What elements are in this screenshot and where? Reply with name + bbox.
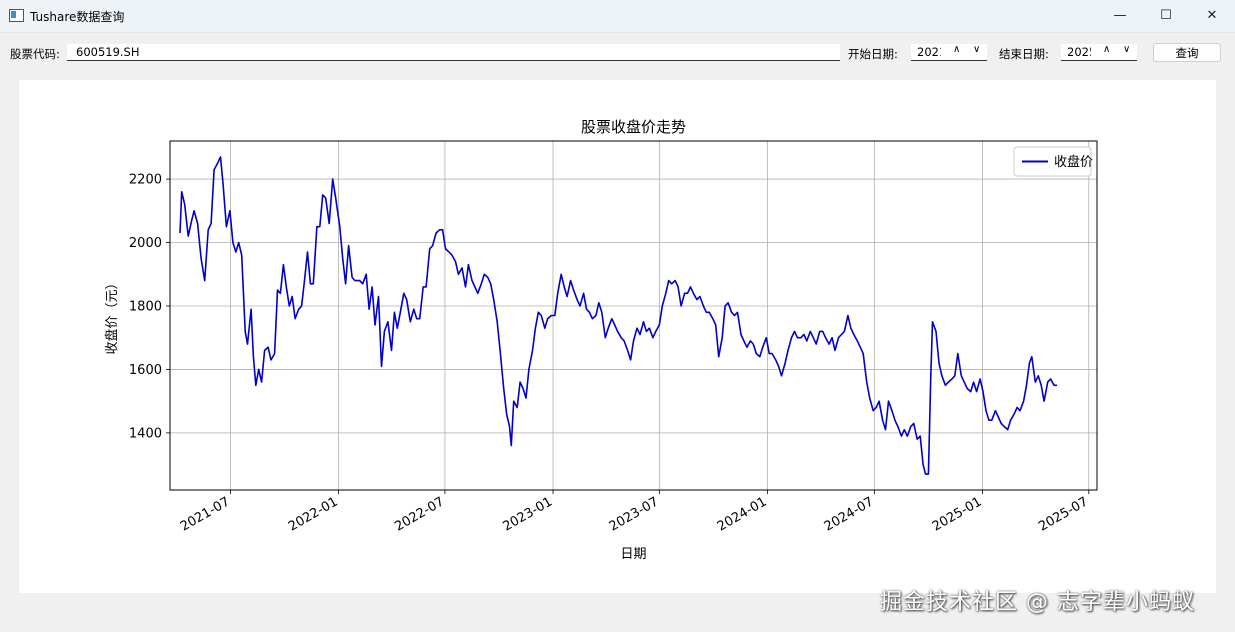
start-date-down-icon[interactable]: ∨ <box>973 44 980 55</box>
title-bar: Tushare数据查询 — ☐ ✕ <box>0 0 1235 33</box>
x-tick-label: 2022-01 <box>286 494 341 534</box>
y-tick-label: 1800 <box>129 299 162 314</box>
y-tick-label: 2000 <box>129 236 162 251</box>
maximize-button[interactable]: ☐ <box>1143 0 1189 30</box>
x-tick-label: 2022-07 <box>392 494 447 534</box>
plot-area <box>170 141 1097 490</box>
y-axis-label: 收盘价（元） <box>104 276 120 354</box>
start-date-value: 2021 <box>917 45 941 59</box>
end-date-up-icon[interactable]: ∧ <box>1103 44 1110 55</box>
start-date-label: 开始日期: <box>848 47 898 61</box>
start-date-up-icon[interactable]: ∧ <box>953 44 960 55</box>
window-title: Tushare数据查询 <box>30 10 125 24</box>
start-date-edit[interactable]: 2021 ∧ ∨ <box>911 44 987 61</box>
x-tick-label: 2023-01 <box>500 494 555 534</box>
x-tick-label: 2025-07 <box>1036 494 1091 534</box>
x-axis-label: 日期 <box>620 547 646 562</box>
stock-code-input[interactable] <box>67 44 840 61</box>
y-tick-label: 1400 <box>129 426 162 441</box>
stock-code-label: 股票代码: <box>10 47 60 61</box>
y-tick-label: 1600 <box>129 363 162 378</box>
stock-price-chart: 1400 1600 1800 2000 2200 2021-07 2022-01 2022-0… <box>104 118 1098 562</box>
y-tick-label: 2200 <box>129 173 162 188</box>
x-tick-label: 2024-01 <box>715 494 770 534</box>
watermark: 掘金技术社区 @ 志字辈小蚂蚁 <box>880 590 1195 615</box>
close-button[interactable]: ✕ <box>1189 0 1235 30</box>
chart-canvas: 1400 1600 1800 2000 2200 2021-07 2022-01 2022-0… <box>19 80 1216 593</box>
end-date-down-icon[interactable]: ∨ <box>1123 44 1130 55</box>
end-date-label: 结束日期: <box>999 47 1049 61</box>
app-window-icon <box>9 9 24 22</box>
x-tick-label: 2023-07 <box>607 494 662 534</box>
x-tick-label: 2021-07 <box>178 494 233 534</box>
end-date-value: 2025 <box>1067 45 1091 59</box>
end-date-edit[interactable]: 2025 ∧ ∨ <box>1061 44 1137 61</box>
chart-title: 股票收盘价走势 <box>581 118 686 136</box>
minimize-button[interactable]: — <box>1097 0 1143 30</box>
legend-label: 收盘价 <box>1054 154 1093 170</box>
x-tick-label: 2025-01 <box>930 494 985 534</box>
x-tick-label: 2024-07 <box>822 494 877 534</box>
query-button[interactable]: 查询 <box>1153 43 1221 62</box>
